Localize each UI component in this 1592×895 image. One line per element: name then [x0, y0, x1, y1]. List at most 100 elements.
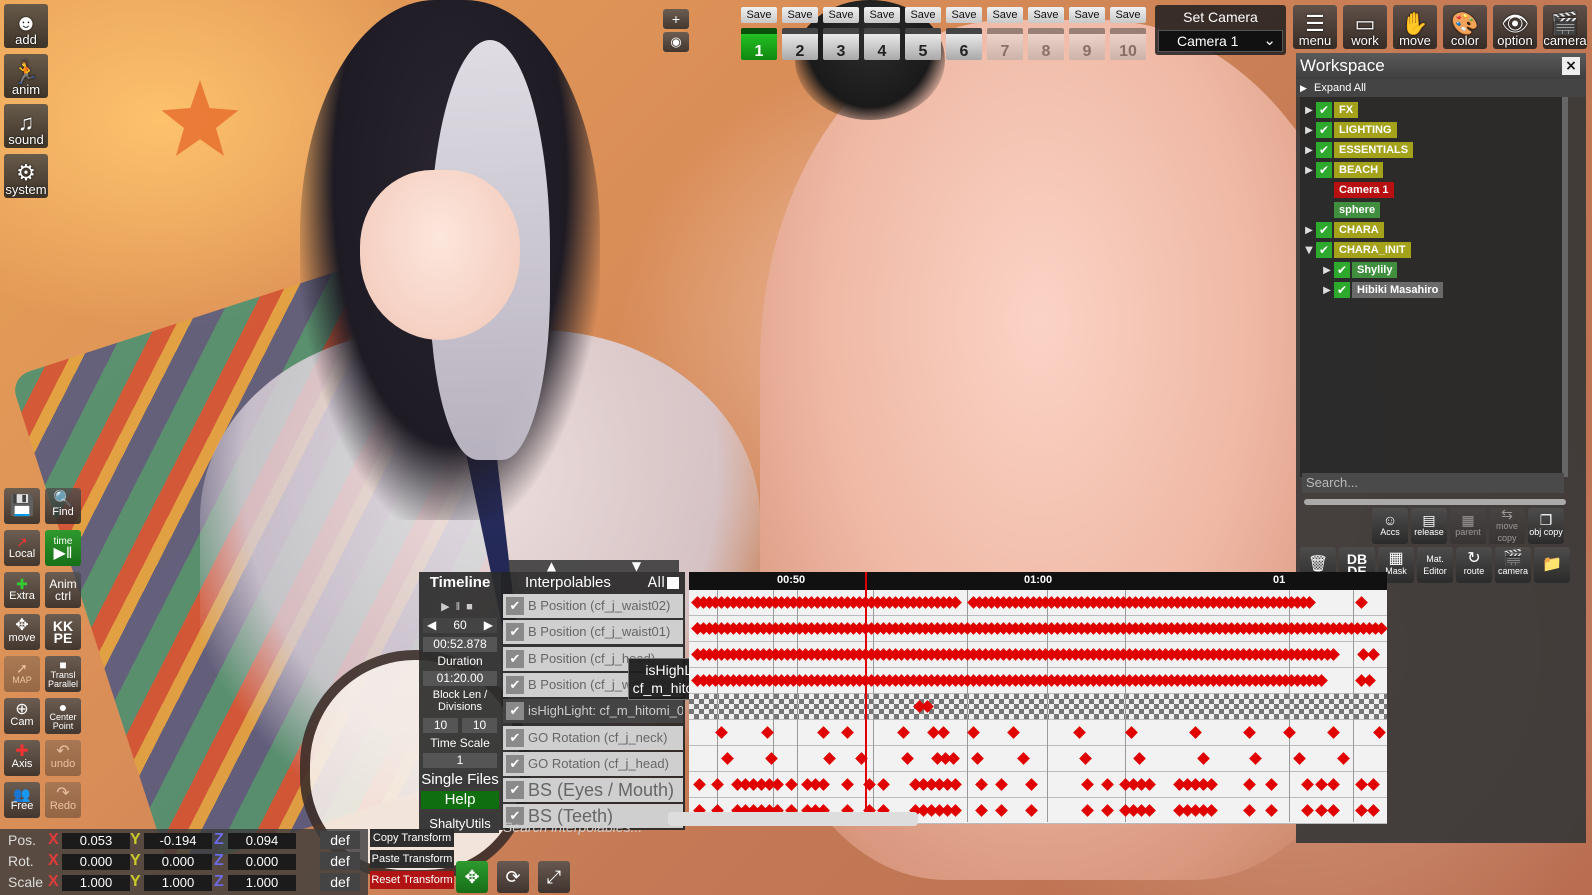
- tree-item[interactable]: sphere: [1302, 201, 1381, 219]
- collapsed-arrow-icon[interactable]: ▶: [1320, 285, 1334, 296]
- save-slot-button[interactable]: Save: [741, 7, 777, 23]
- move-up-icon[interactable]: ▲: [547, 560, 556, 572]
- option-button[interactable]: 👁 option: [1493, 5, 1537, 49]
- save-slot-button[interactable]: Save: [1069, 7, 1105, 23]
- tree-item[interactable]: ▼ ✔ CHARA_INIT: [1302, 241, 1411, 259]
- keyframe-track[interactable]: [689, 746, 1387, 772]
- current-time-field[interactable]: 00:52.878: [423, 637, 497, 652]
- save-slot-button[interactable]: Save: [987, 7, 1023, 23]
- load-slot-button[interactable]: 9: [1069, 28, 1105, 60]
- menu-button[interactable]: ☰ menu: [1293, 5, 1337, 49]
- release-button[interactable]: ▤ release: [1411, 508, 1447, 544]
- save-slot-button[interactable]: Save: [864, 7, 900, 23]
- load-slot-button[interactable]: 1: [741, 28, 777, 60]
- visibility-checkbox[interactable]: ✔: [1316, 162, 1332, 178]
- time-ruler[interactable]: 00:50 01:00 01: [689, 572, 1387, 590]
- collapsed-arrow-icon[interactable]: ▶: [1302, 165, 1316, 176]
- tree-item[interactable]: ▶ ✔ CHARA: [1302, 221, 1384, 239]
- load-slot-button[interactable]: 10: [1110, 28, 1146, 60]
- kkpe-button[interactable]: KK PE: [45, 614, 81, 650]
- accs-button[interactable]: ☺ Accs: [1372, 508, 1408, 544]
- eye-toggle-button[interactable]: ◉: [663, 32, 689, 52]
- obj-copy-button[interactable]: ❐ obj copy: [1528, 508, 1564, 544]
- gizmo-scale-button[interactable]: ⤢: [538, 861, 570, 893]
- single-files-button[interactable]: Single Files: [421, 771, 499, 789]
- folder-button[interactable]: 📁: [1534, 547, 1570, 583]
- scene-save-button[interactable]: 💾: [4, 488, 40, 524]
- interpolable-checkbox[interactable]: ✔: [506, 728, 524, 747]
- interpolable-checkbox[interactable]: ✔: [506, 781, 524, 800]
- x-value-field[interactable]: 1.000: [62, 875, 130, 891]
- default-button[interactable]: def: [320, 873, 360, 891]
- tree-item[interactable]: ▶ ✔ FX: [1302, 101, 1359, 119]
- y-value-field[interactable]: 0.000: [144, 854, 212, 870]
- help-button[interactable]: Help: [421, 791, 499, 809]
- timeline-horizontal-scrollbar[interactable]: [668, 812, 918, 826]
- save-slot-button[interactable]: Save: [946, 7, 982, 23]
- axis-button[interactable]: ✚ Axis: [4, 740, 40, 776]
- frame-back-icon[interactable]: ◀: [427, 618, 436, 633]
- transl-parallel-button[interactable]: ■ Transl Parallel: [45, 656, 81, 692]
- visibility-checkbox[interactable]: ✔: [1316, 102, 1332, 118]
- save-slot-button[interactable]: Save: [1110, 7, 1146, 23]
- tree-scrollbar[interactable]: [1562, 97, 1568, 477]
- workspace-search-input[interactable]: Search...: [1302, 473, 1564, 493]
- interpolable-row[interactable]: ✔ B Position (cf_j_waist02): [503, 594, 683, 618]
- collapsed-arrow-icon[interactable]: ▶: [1302, 145, 1316, 156]
- play-icon[interactable]: ▶: [441, 601, 455, 613]
- save-slot-button[interactable]: Save: [1028, 7, 1064, 23]
- camera-button[interactable]: 🎬 camera: [1543, 5, 1587, 49]
- visibility-checkbox[interactable]: ✔: [1334, 262, 1350, 278]
- x-value-field[interactable]: 0.000: [62, 854, 130, 870]
- interpolable-checkbox[interactable]: ✔: [506, 702, 524, 721]
- mat-editor-button[interactable]: Mat. Editor: [1417, 547, 1453, 583]
- load-slot-button[interactable]: 8: [1028, 28, 1064, 60]
- undo-button[interactable]: ↶ undo: [45, 740, 81, 776]
- workspace-scrollbar[interactable]: [1304, 499, 1566, 505]
- y-value-field[interactable]: 1.000: [144, 875, 212, 891]
- time-scale-field[interactable]: 1: [423, 753, 497, 768]
- zoom-plus-button[interactable]: +: [663, 9, 689, 29]
- divisions-field[interactable]: 10: [462, 718, 497, 733]
- pause-icon[interactable]: ‖: [456, 601, 467, 613]
- local-button[interactable]: ↗ Local: [4, 530, 40, 566]
- interpolable-row[interactable]: ✔ isHighLight: cf_m_hitomi_00: [503, 699, 683, 724]
- visibility-checkbox[interactable]: ✔: [1316, 122, 1332, 138]
- collapsed-arrow-icon[interactable]: ▶: [1302, 125, 1316, 136]
- paste-transform-button[interactable]: Paste Transform: [370, 850, 454, 868]
- camera-select[interactable]: Camera 1 ⌄: [1158, 30, 1283, 52]
- save-slot-button[interactable]: Save: [823, 7, 859, 23]
- tree-item[interactable]: ▶ ✔ Hibiki Masahiro: [1320, 281, 1444, 299]
- visibility-checkbox[interactable]: ✔: [1316, 242, 1332, 258]
- redo-button[interactable]: ↷ Redo: [45, 782, 81, 818]
- move-tool-button[interactable]: ✥ move: [4, 614, 40, 650]
- anim-button[interactable]: 🏃 anim: [4, 54, 48, 98]
- x-value-field[interactable]: 0.053: [62, 833, 130, 849]
- add-button[interactable]: ☻ add: [4, 4, 48, 48]
- expand-all-button[interactable]: Expand All: [1296, 79, 1586, 97]
- z-value-field[interactable]: 1.000: [228, 875, 296, 891]
- interpolables-search-input[interactable]: Search interpolables...: [503, 818, 683, 836]
- save-slot-button[interactable]: Save: [905, 7, 941, 23]
- keyframe-track-area[interactable]: 00:50 01:00 01: [689, 572, 1388, 824]
- interpolable-checkbox[interactable]: ✔: [506, 597, 524, 615]
- keyframe-track[interactable]: [689, 720, 1387, 746]
- interpolable-checkbox[interactable]: ✔: [506, 754, 524, 773]
- center-point-button[interactable]: ● Center Point: [45, 698, 81, 734]
- select-all-toggle[interactable]: All: [648, 574, 679, 592]
- tree-item[interactable]: ▶ ✔ LIGHTING: [1302, 121, 1397, 139]
- cam-button[interactable]: ⊕ Cam: [4, 698, 40, 734]
- load-slot-button[interactable]: 5: [905, 28, 941, 60]
- gizmo-move-button[interactable]: ✥: [456, 861, 488, 893]
- map-button[interactable]: ➚ MAP: [4, 656, 40, 692]
- anim-ctrl-button[interactable]: Anim ctrl: [45, 572, 81, 608]
- find-button[interactable]: 🔍 Find: [45, 488, 81, 524]
- block-len-field[interactable]: 10: [423, 718, 458, 733]
- load-slot-button[interactable]: 2: [782, 28, 818, 60]
- work-button[interactable]: ▭ work: [1343, 5, 1387, 49]
- tree-item[interactable]: ▶ ✔ Shylily: [1320, 261, 1398, 279]
- interpolable-row[interactable]: ✔ GO Rotation (cf_j_neck): [503, 725, 683, 750]
- tree-item[interactable]: Camera 1: [1302, 181, 1394, 199]
- playhead[interactable]: [865, 572, 867, 822]
- gizmo-rotate-button[interactable]: ⟳: [497, 861, 529, 893]
